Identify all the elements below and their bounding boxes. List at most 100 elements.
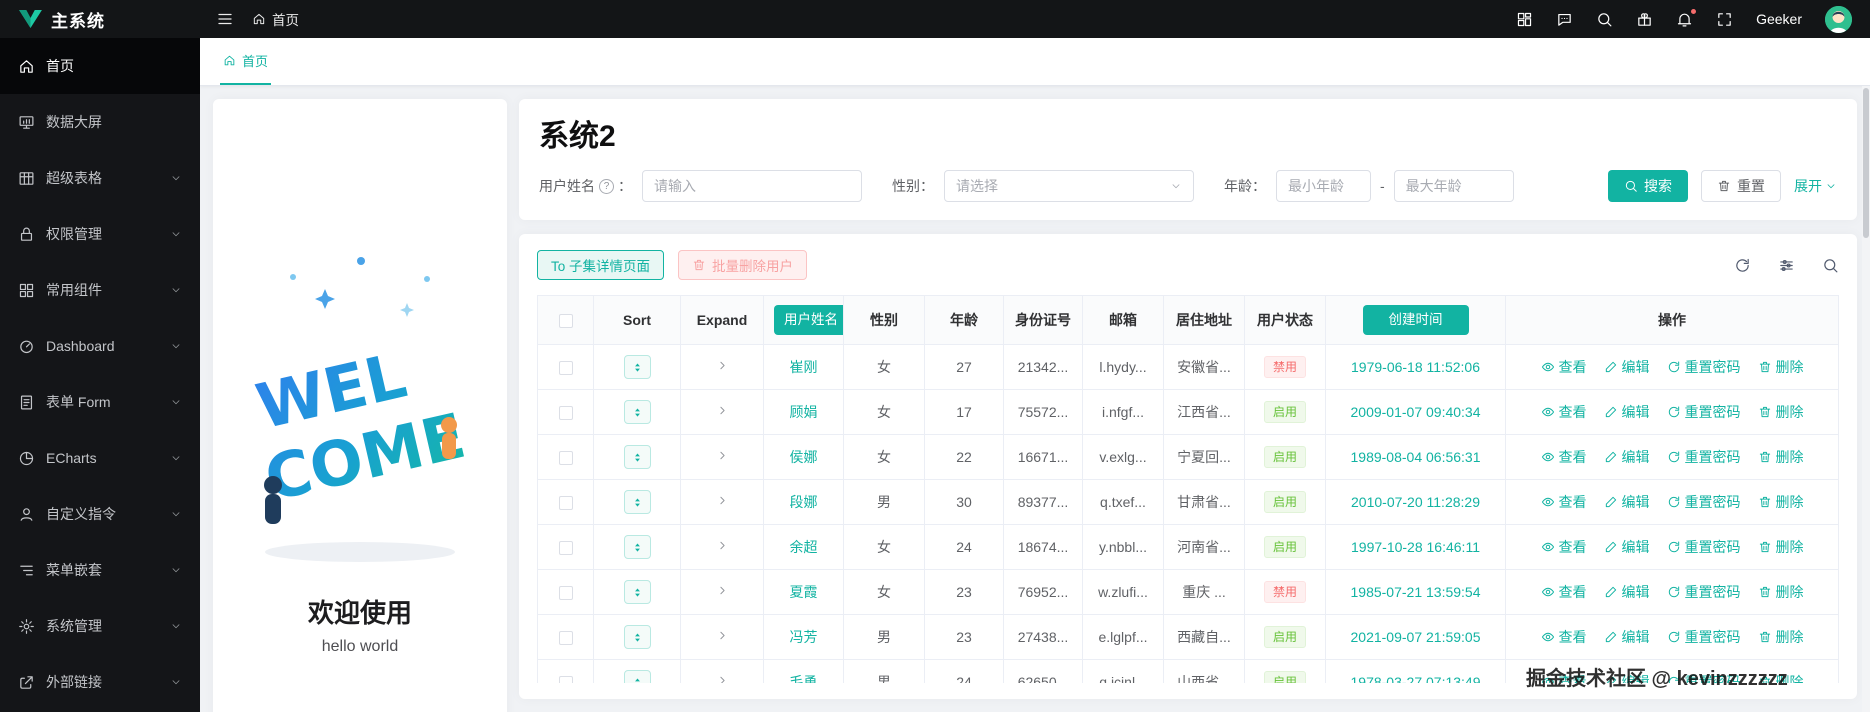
reset-password-button[interactable]: 重置密码 bbox=[1667, 402, 1741, 422]
edit-button[interactable]: 编辑 bbox=[1604, 402, 1650, 422]
sidebar-item-super-table[interactable]: 超级表格 bbox=[0, 150, 200, 206]
sidebar-item-form[interactable]: 表单 Form bbox=[0, 374, 200, 430]
reset-password-button[interactable]: 重置密码 bbox=[1667, 447, 1741, 467]
expand-row-icon[interactable] bbox=[716, 494, 729, 507]
delete-button[interactable]: 删除 bbox=[1758, 492, 1804, 512]
sidebar-item-data-screen[interactable]: 数据大屏 bbox=[0, 94, 200, 150]
app-logo[interactable]: 主系统 bbox=[0, 7, 200, 32]
user-name-link[interactable]: 侯娜 bbox=[790, 449, 818, 465]
sidebar-item-dashboard[interactable]: Dashboard bbox=[0, 318, 200, 374]
delete-button[interactable]: 删除 bbox=[1758, 537, 1804, 557]
view-button[interactable]: 查看 bbox=[1541, 627, 1587, 647]
user-name-link[interactable]: 崔刚 bbox=[790, 359, 818, 375]
age-min-input[interactable] bbox=[1276, 170, 1371, 202]
sidebar-item-directives[interactable]: 自定义指令 bbox=[0, 486, 200, 542]
collapse-menu-icon[interactable] bbox=[216, 10, 234, 28]
user-name-input[interactable] bbox=[642, 170, 862, 202]
delete-button[interactable]: 删除 bbox=[1758, 447, 1804, 467]
user-name-link[interactable]: 夏霞 bbox=[790, 584, 818, 600]
row-checkbox[interactable] bbox=[558, 631, 573, 646]
sidebar-item-home[interactable]: 首页 bbox=[0, 38, 200, 94]
scrollbar[interactable] bbox=[1862, 86, 1870, 712]
delete-button[interactable]: 删除 bbox=[1758, 357, 1804, 377]
edit-button[interactable]: 编辑 bbox=[1604, 357, 1650, 377]
sidebar-item-external-links[interactable]: 外部链接 bbox=[0, 654, 200, 710]
drag-sort-handle[interactable] bbox=[623, 355, 651, 379]
created-header-button[interactable]: 创建时间 bbox=[1362, 305, 1469, 335]
delete-button[interactable]: 删除 bbox=[1758, 402, 1804, 422]
avatar[interactable] bbox=[1825, 5, 1852, 33]
drag-sort-handle[interactable] bbox=[623, 400, 651, 424]
row-checkbox[interactable] bbox=[558, 406, 573, 421]
expand-row-icon[interactable] bbox=[716, 539, 729, 552]
view-button[interactable]: 查看 bbox=[1541, 492, 1587, 512]
user-name-link[interactable]: 顾娟 bbox=[790, 404, 818, 420]
delete-button[interactable]: 删除 bbox=[1758, 582, 1804, 602]
message-icon[interactable] bbox=[1556, 11, 1573, 28]
expand-row-icon[interactable] bbox=[716, 674, 729, 683]
layout-grid-icon[interactable] bbox=[1516, 11, 1533, 28]
batch-delete-button[interactable]: 批量删除用户 bbox=[678, 250, 808, 280]
to-detail-button[interactable]: To 子集详情页面 bbox=[537, 250, 665, 280]
user-name-link[interactable]: 毛勇 bbox=[790, 674, 818, 683]
username-label[interactable]: Geeker bbox=[1756, 11, 1802, 27]
reset-password-button[interactable]: 重置密码 bbox=[1667, 627, 1741, 647]
select-all-checkbox[interactable] bbox=[558, 314, 573, 329]
drag-sort-handle[interactable] bbox=[623, 625, 651, 649]
delete-button[interactable]: 删除 bbox=[1758, 627, 1804, 647]
expand-row-icon[interactable] bbox=[716, 449, 729, 462]
view-button[interactable]: 查看 bbox=[1541, 582, 1587, 602]
row-checkbox[interactable] bbox=[558, 541, 573, 556]
fullscreen-icon[interactable] bbox=[1716, 11, 1733, 28]
edit-button[interactable]: 编辑 bbox=[1604, 492, 1650, 512]
reset-button[interactable]: 重置 bbox=[1701, 170, 1781, 202]
tab-home[interactable]: 首页 bbox=[220, 51, 272, 85]
row-checkbox[interactable] bbox=[558, 451, 573, 466]
theme-gift-icon[interactable] bbox=[1636, 11, 1653, 28]
drag-sort-handle[interactable] bbox=[623, 445, 651, 469]
notification-bell-icon[interactable] bbox=[1676, 7, 1698, 28]
row-checkbox[interactable] bbox=[558, 586, 573, 601]
gender-select[interactable]: 请选择 bbox=[944, 170, 1194, 202]
sidebar-item-auth-manage[interactable]: 权限管理 bbox=[0, 206, 200, 262]
expand-row-icon[interactable] bbox=[716, 404, 729, 417]
expand-row-icon[interactable] bbox=[716, 584, 729, 597]
age-max-input[interactable] bbox=[1393, 170, 1514, 202]
user-name-link[interactable]: 段娜 bbox=[790, 494, 818, 510]
reset-password-button[interactable]: 重置密码 bbox=[1667, 537, 1741, 557]
row-checkbox[interactable] bbox=[558, 496, 573, 511]
row-checkbox[interactable] bbox=[558, 676, 573, 683]
row-checkbox[interactable] bbox=[558, 361, 573, 376]
breadcrumb[interactable]: 首页 bbox=[252, 9, 299, 29]
scrollbar-thumb[interactable] bbox=[1863, 88, 1869, 238]
user-name-link[interactable]: 冯芳 bbox=[790, 629, 818, 645]
user-name-header-button[interactable]: 用户姓名 bbox=[774, 305, 843, 335]
view-button[interactable]: 查看 bbox=[1541, 447, 1587, 467]
column-settings-icon[interactable] bbox=[1778, 257, 1795, 274]
reset-password-button[interactable]: 重置密码 bbox=[1667, 582, 1741, 602]
reset-password-button[interactable]: 重置密码 bbox=[1667, 357, 1741, 377]
edit-button[interactable]: 编辑 bbox=[1604, 627, 1650, 647]
drag-sort-handle[interactable] bbox=[623, 580, 651, 604]
search-button[interactable]: 搜索 bbox=[1608, 170, 1688, 202]
search-icon[interactable] bbox=[1596, 11, 1613, 28]
view-button[interactable]: 查看 bbox=[1541, 402, 1587, 422]
sidebar-item-system-manage[interactable]: 系统管理 bbox=[0, 598, 200, 654]
edit-button[interactable]: 编辑 bbox=[1604, 447, 1650, 467]
expand-toggle[interactable]: 展开 bbox=[1794, 176, 1837, 196]
sidebar-item-menu-nest[interactable]: 菜单嵌套 bbox=[0, 542, 200, 598]
expand-row-icon[interactable] bbox=[716, 629, 729, 642]
help-icon[interactable]: ? bbox=[599, 178, 614, 194]
refresh-icon[interactable] bbox=[1734, 257, 1751, 274]
expand-row-icon[interactable] bbox=[716, 359, 729, 372]
user-name-link[interactable]: 余超 bbox=[790, 539, 818, 555]
sidebar-item-components[interactable]: 常用组件 bbox=[0, 262, 200, 318]
sidebar-item-echarts[interactable]: ECharts bbox=[0, 430, 200, 486]
edit-button[interactable]: 编辑 bbox=[1604, 537, 1650, 557]
view-button[interactable]: 查看 bbox=[1541, 537, 1587, 557]
reset-password-button[interactable]: 重置密码 bbox=[1667, 492, 1741, 512]
drag-sort-handle[interactable] bbox=[623, 490, 651, 514]
view-button[interactable]: 查看 bbox=[1541, 357, 1587, 377]
search-icon[interactable] bbox=[1822, 257, 1839, 274]
drag-sort-handle[interactable] bbox=[623, 670, 651, 683]
